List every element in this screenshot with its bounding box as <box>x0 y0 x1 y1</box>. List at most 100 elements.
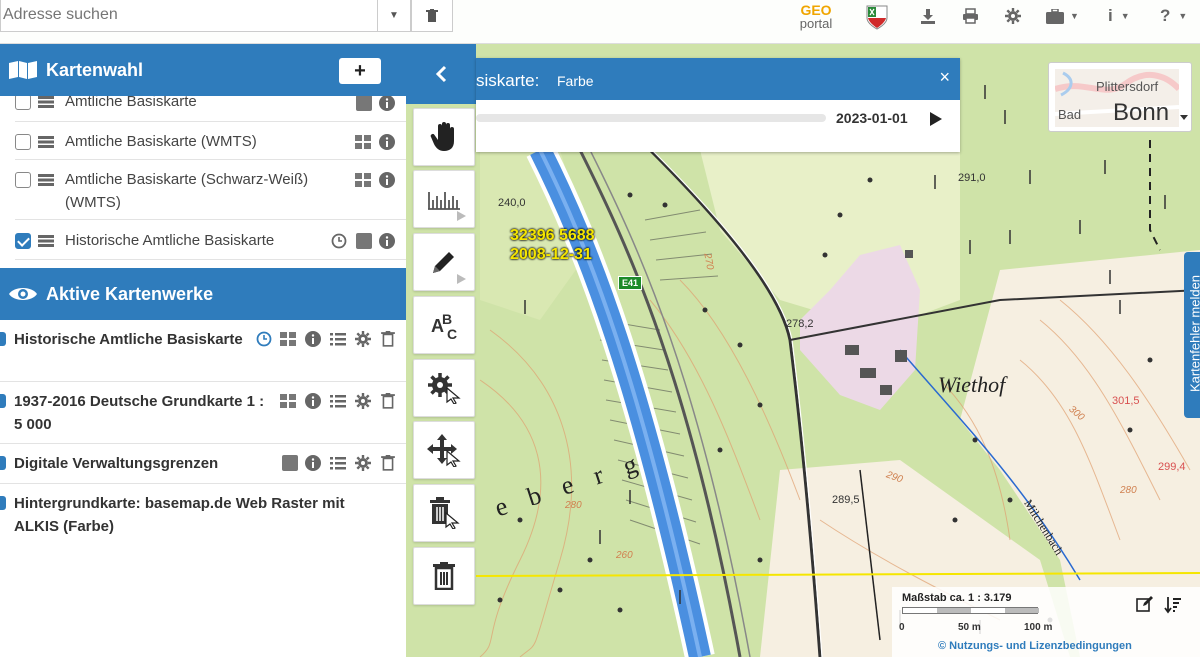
search-dropdown-button[interactable]: ▼ <box>377 0 411 32</box>
info-icon[interactable] <box>379 96 395 111</box>
info-icon[interactable] <box>379 172 395 188</box>
logo-geo-text: GEO <box>800 2 832 18</box>
info-icon[interactable] <box>379 134 395 150</box>
drag-handle[interactable] <box>0 444 6 483</box>
help-menu-button[interactable]: ? ▼ <box>1160 4 1187 28</box>
layer-checkbox[interactable] <box>15 96 31 110</box>
chevron-left-icon <box>435 65 447 83</box>
time-slider-track[interactable] <box>476 114 826 122</box>
coordinate-label: 32396 5688 <box>510 227 595 244</box>
layer-checkbox[interactable] <box>15 172 31 188</box>
grid-icon[interactable] <box>280 393 296 409</box>
layer-stack-icon <box>38 174 54 186</box>
delete-all-button[interactable] <box>413 547 475 605</box>
clock-icon[interactable] <box>256 331 272 347</box>
list-item[interactable]: Amtliche Basiskarte (WMTS) <box>15 122 406 160</box>
print-icon <box>963 8 978 24</box>
tools-menu-button[interactable]: ▼ <box>1046 4 1079 28</box>
hand-icon <box>430 122 454 151</box>
legend-list-icon[interactable] <box>330 331 346 347</box>
caret-down-icon: ▼ <box>389 10 399 21</box>
feature-settings-tool-button[interactable] <box>413 359 475 417</box>
submenu-arrow-icon <box>457 274 466 284</box>
list-item[interactable]: Amtliche Basiskarte <box>15 96 406 122</box>
drag-handle[interactable] <box>0 320 6 381</box>
list-item[interactable]: Historische Amtliche Basiskarte <box>0 320 406 382</box>
info-icon[interactable] <box>305 331 321 347</box>
report-map-error-tab[interactable]: Kartenfehler melden <box>1184 252 1200 418</box>
time-slider-date: 2023-01-01 <box>836 110 908 126</box>
add-map-button[interactable]: + <box>339 58 381 84</box>
draw-tool-button[interactable] <box>413 233 475 291</box>
kartenwahl-title: Kartenwahl <box>46 59 144 80</box>
layer-checkbox[interactable] <box>15 233 31 249</box>
time-slider-panel: siskarte: Farbe × 2023-01-01 <box>476 58 960 152</box>
trash-icon[interactable] <box>380 393 396 409</box>
play-icon[interactable] <box>930 112 942 126</box>
measure-tool-button[interactable] <box>413 170 475 228</box>
move-tool-button[interactable] <box>413 421 475 479</box>
square-icon <box>356 233 372 249</box>
active-layer-label: Hintergrundkarte: basemap.de Web Raster … <box>14 495 345 535</box>
sort-icon[interactable] <box>1164 596 1182 614</box>
layer-checkbox[interactable] <box>15 134 31 150</box>
list-item[interactable]: Amtliche Basiskarte (Schwarz-Weiß) (WMTS… <box>15 160 406 220</box>
elevation-label: 301,5 <box>1112 395 1140 407</box>
road-shield: E41 <box>618 276 643 290</box>
gear-icon[interactable] <box>355 393 371 409</box>
grid-icon[interactable] <box>280 331 296 347</box>
basemap-switcher[interactable]: Plittersdorf Bonn Bad <box>1048 62 1192 132</box>
collapse-panel-button[interactable] <box>406 44 476 104</box>
trash-icon[interactable] <box>380 331 396 347</box>
label-tool-button[interactable]: A B C <box>413 296 475 354</box>
nrw-logo[interactable] <box>864 4 890 30</box>
grid-icon <box>355 135 371 149</box>
geoportal-logo[interactable]: GEO portal <box>794 3 838 31</box>
gear-cursor-icon <box>428 373 461 404</box>
briefcase-icon <box>1046 8 1064 24</box>
layer-label: Amtliche Basiskarte (Schwarz-Weiß) (WMTS… <box>65 171 309 211</box>
legend-list-icon[interactable] <box>330 393 346 409</box>
text-abc-icon: A B C <box>431 311 457 342</box>
list-item[interactable]: Historische Amtliche Basiskarte <box>15 220 406 260</box>
drag-handle[interactable] <box>0 382 6 443</box>
list-item[interactable]: Digitale Verwaltungsgrenzen <box>0 444 406 484</box>
caret-down-icon <box>1180 115 1188 120</box>
license-link[interactable]: © Nutzungs- und Lizenzbedingungen <box>938 640 1132 652</box>
delete-feature-tool-button[interactable] <box>413 484 475 542</box>
trash-icon <box>433 562 455 590</box>
gear-icon[interactable] <box>355 331 371 347</box>
elevation-label: 291,0 <box>958 172 986 184</box>
close-icon[interactable]: × <box>939 67 950 88</box>
download-button[interactable] <box>920 4 936 28</box>
gear-icon[interactable] <box>355 455 371 471</box>
elevation-label: 278,2 <box>786 318 814 330</box>
scale-bar <box>902 607 1039 614</box>
square-icon[interactable] <box>282 455 298 471</box>
list-item[interactable]: Hintergrundkarte: basemap.de Web Raster … <box>0 484 406 550</box>
search-input[interactable] <box>1 0 377 30</box>
contour-label: 260 <box>616 550 633 561</box>
legend-list-icon[interactable] <box>330 455 346 471</box>
edit-icon[interactable] <box>1136 596 1154 612</box>
aktive-title: Aktive Kartenwerke <box>46 283 214 304</box>
basemap-city-label: Bonn <box>1113 99 1170 126</box>
layer-label: Amtliche Basiskarte (WMTS) <box>65 133 257 150</box>
basemap-preview: Plittersdorf Bonn Bad <box>1055 69 1179 127</box>
trash-icon[interactable] <box>380 455 396 471</box>
search-clear-button[interactable] <box>411 0 453 32</box>
info-icon[interactable] <box>305 393 321 409</box>
pan-tool-button[interactable] <box>413 108 475 166</box>
info-menu-button[interactable]: i ▼ <box>1108 4 1130 28</box>
map-book-icon <box>0 60 46 80</box>
settings-button[interactable] <box>1005 4 1021 28</box>
contour-label: 280 <box>1120 485 1137 496</box>
info-icon: i <box>1108 6 1113 25</box>
scale-tick-0: 0 <box>899 622 905 633</box>
info-icon[interactable] <box>305 455 321 471</box>
kartenwahl-header: Kartenwahl + <box>0 44 406 96</box>
drag-handle[interactable] <box>0 484 6 550</box>
info-icon[interactable] <box>379 233 395 249</box>
print-button[interactable] <box>962 4 979 28</box>
list-item[interactable]: 1937-2016 Deutsche Grundkarte 1 : 5 000 <box>0 382 406 444</box>
